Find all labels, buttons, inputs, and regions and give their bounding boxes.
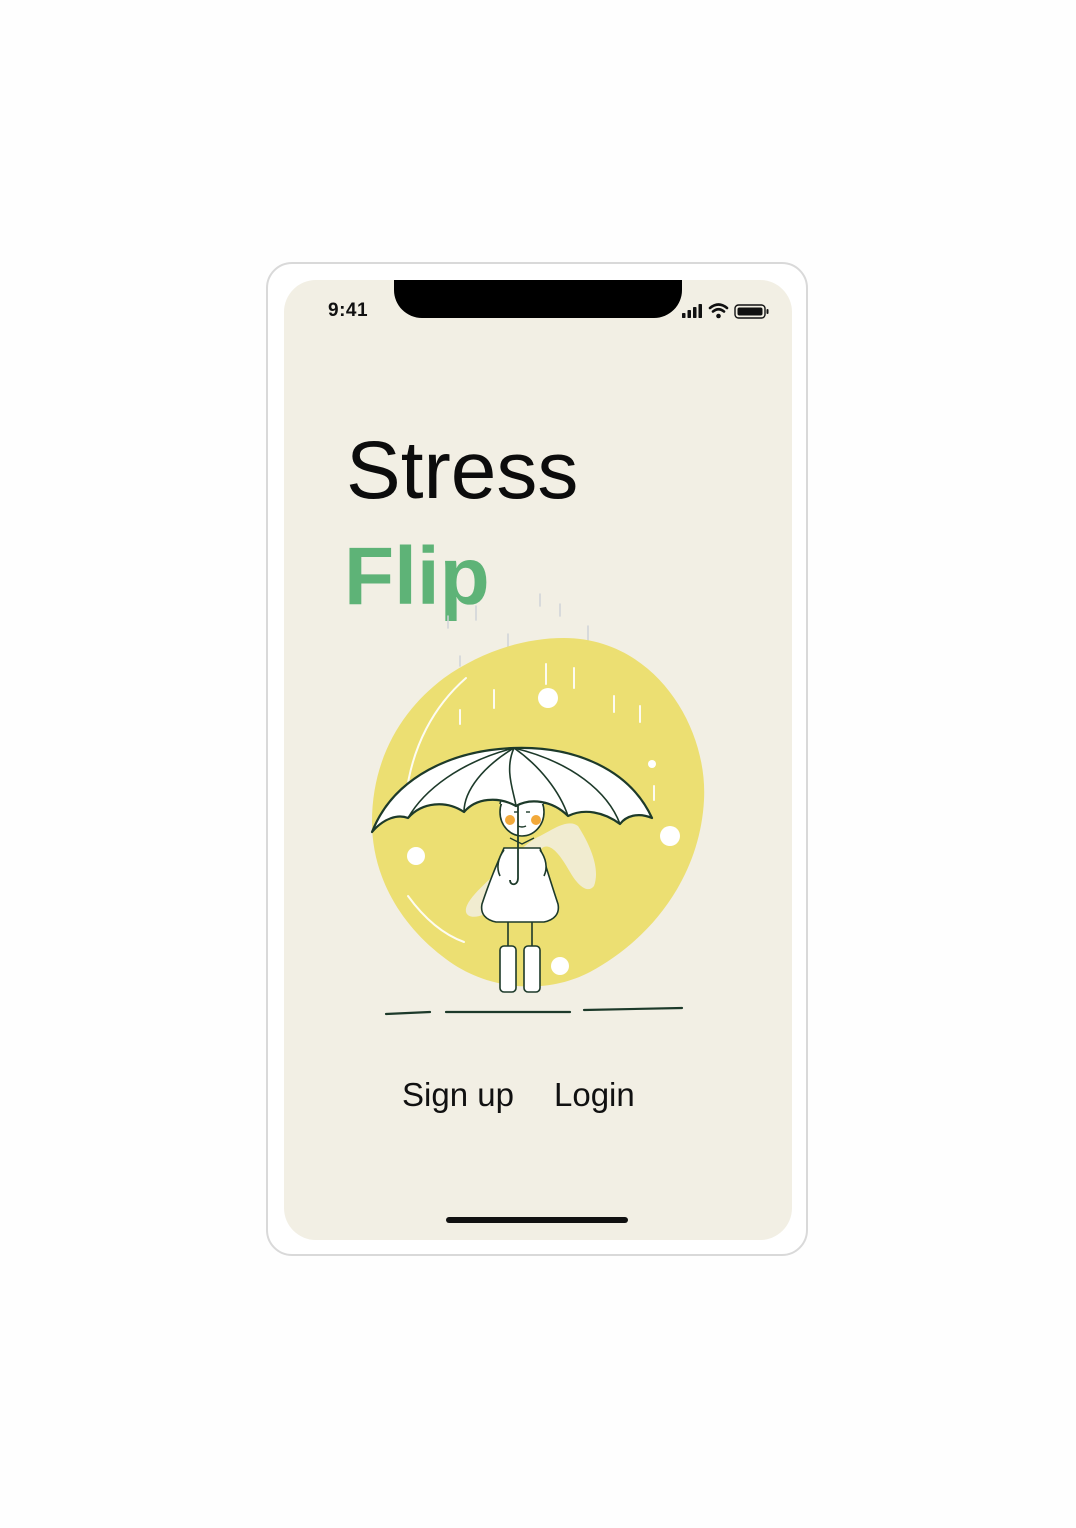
device-notch bbox=[394, 280, 682, 318]
app-title-stress: Stress bbox=[346, 425, 579, 516]
wifi-icon bbox=[708, 303, 729, 319]
status-time: 9:41 bbox=[328, 300, 369, 321]
signup-button[interactable]: Sign up bbox=[402, 1076, 514, 1114]
app-screen: 9:41 Stress Flip Sign up Login bbox=[284, 280, 792, 1240]
signal-icon bbox=[682, 304, 702, 318]
girl-umbrella-illustration bbox=[370, 593, 705, 1016]
status-icons bbox=[682, 303, 769, 319]
battery-icon bbox=[734, 304, 769, 319]
auth-actions: Sign up Login bbox=[284, 1076, 792, 1116]
home-indicator bbox=[446, 1217, 628, 1223]
login-button[interactable]: Login bbox=[554, 1076, 635, 1114]
